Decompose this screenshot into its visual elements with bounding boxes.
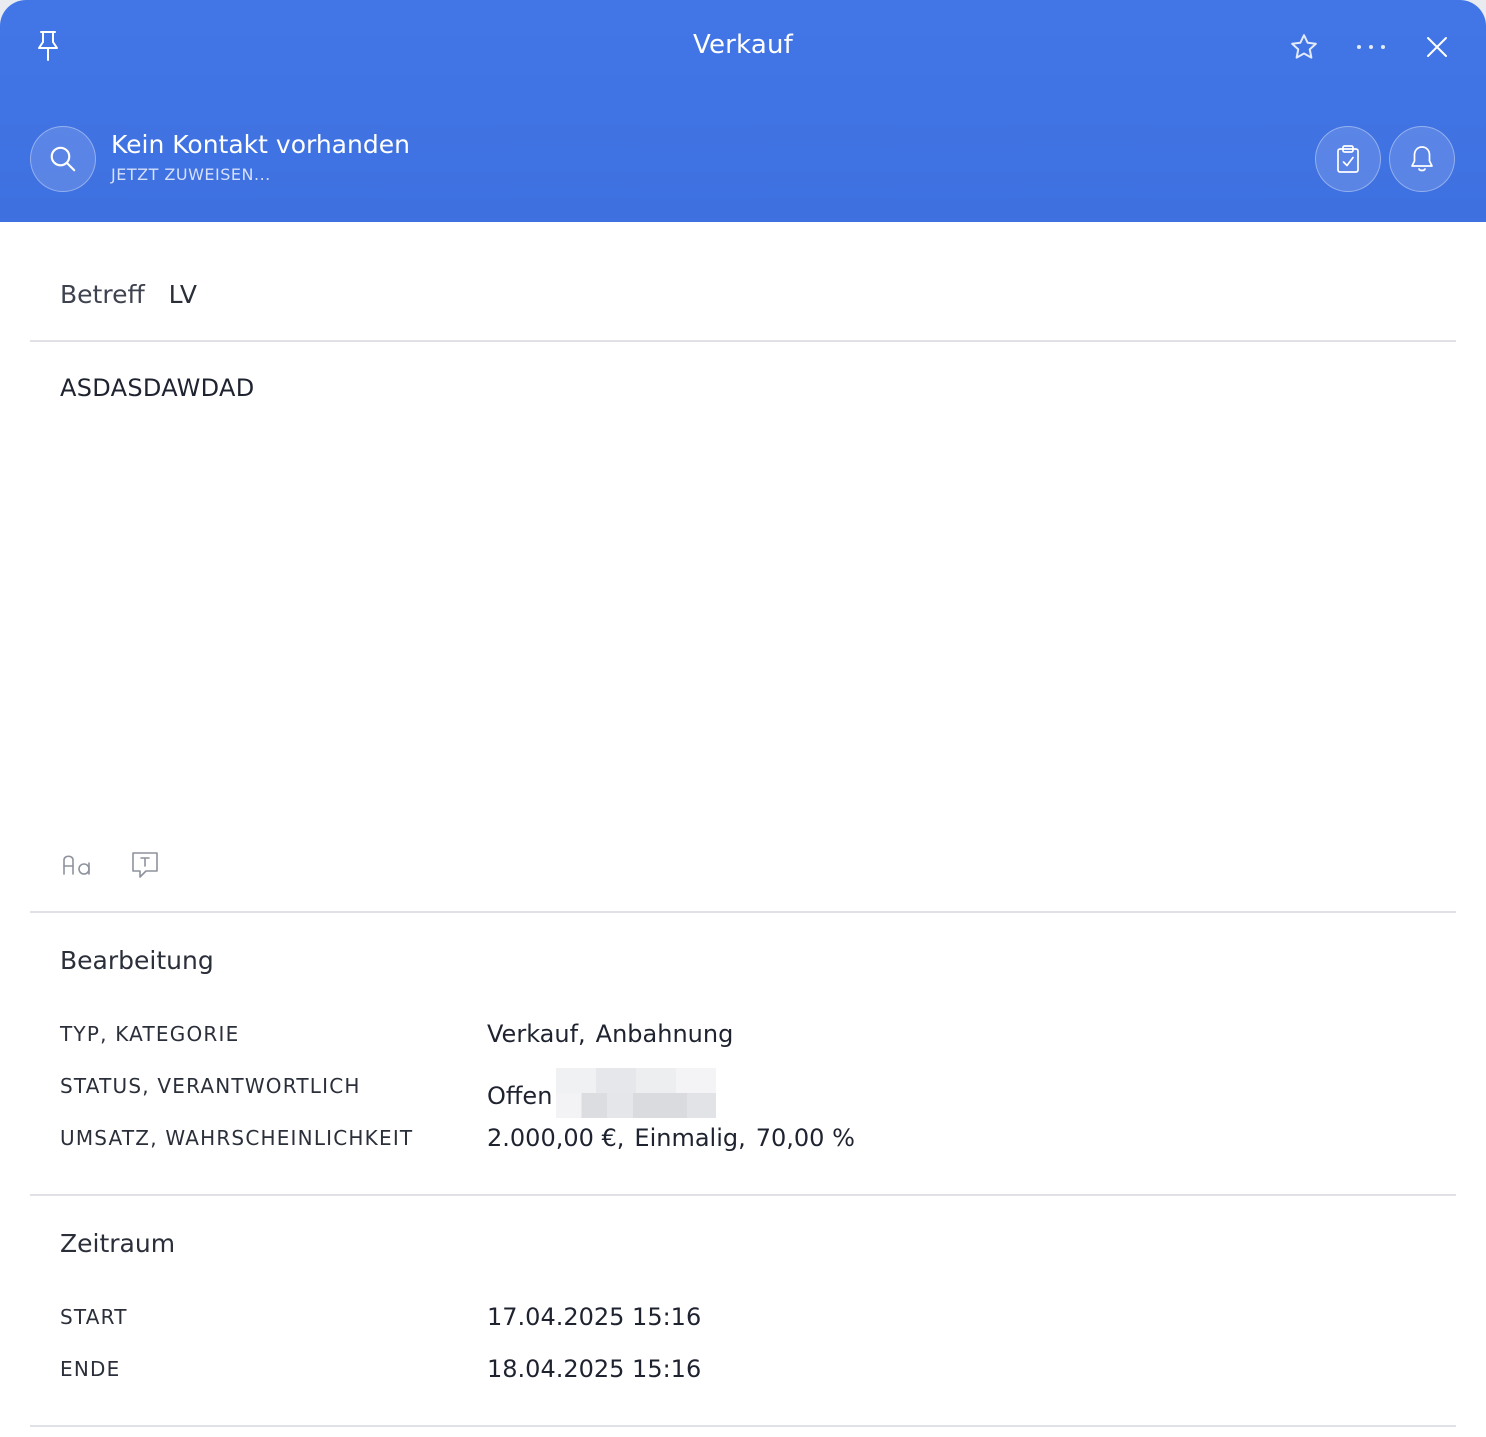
redacted-owner[interactable] <box>556 1068 717 1118</box>
revenue-probability-label: UMSATZ, WAHRSCHEINLICHKEIT <box>60 1126 414 1150</box>
end-value[interactable]: 18.04.2025 15:16 <box>487 1355 701 1383</box>
search-icon <box>50 146 76 172</box>
start-value[interactable]: 17.04.2025 15:16 <box>487 1303 701 1331</box>
subject-field[interactable]: Betreff LV <box>60 280 197 309</box>
revenue-value[interactable]: 2.000,00 €, <box>487 1124 624 1152</box>
text-format-icon[interactable] <box>60 848 96 880</box>
section-title-bearbeitung: Bearbeitung <box>60 946 214 975</box>
category-value[interactable]: Anbahnung <box>596 1020 734 1048</box>
status-value[interactable]: Offen <box>487 1082 552 1110</box>
divider <box>30 911 1456 913</box>
bell-icon <box>1411 146 1433 172</box>
divider <box>30 340 1456 342</box>
clipboard-check-icon <box>1337 145 1359 173</box>
type-category-label: TYP, KATEGORIE <box>60 1022 240 1046</box>
activity-window: Verkauf Kein Kontakt vorhanden JETZT ZUW… <box>0 0 1486 1437</box>
text-block-icon[interactable] <box>128 848 162 882</box>
end-label: ENDE <box>60 1357 121 1381</box>
reminder-button[interactable] <box>1389 126 1455 192</box>
close-icon[interactable] <box>1418 28 1456 66</box>
contact-name: Kein Kontakt vorhanden <box>111 130 410 159</box>
note-editor[interactable]: ASDASDAWDAD <box>60 374 255 402</box>
task-button[interactable] <box>1315 126 1381 192</box>
window-title: Verkauf <box>692 30 794 60</box>
status-owner-label: STATUS, VERANTWORTLICH <box>60 1074 361 1098</box>
contact-search-button[interactable] <box>30 126 96 192</box>
divider <box>30 1194 1456 1196</box>
star-icon[interactable] <box>1285 28 1323 66</box>
start-label: START <box>60 1305 128 1329</box>
subject-label: Betreff <box>60 280 145 309</box>
subject-value[interactable]: LV <box>169 280 197 309</box>
assign-contact-link[interactable]: JETZT ZUWEISEN... <box>111 165 271 184</box>
more-icon[interactable] <box>1350 28 1392 66</box>
revenue-probability-value: 2.000,00 €, Einmalig, 70,00 % <box>487 1124 855 1152</box>
type-value[interactable]: Verkauf, <box>487 1020 586 1048</box>
type-category-value: Verkauf, Anbahnung <box>487 1020 733 1048</box>
section-title-zeitraum: Zeitraum <box>60 1229 176 1258</box>
recurrence-value[interactable]: Einmalig, <box>634 1124 745 1152</box>
pin-icon[interactable] <box>30 28 66 64</box>
status-owner-value: Offen <box>487 1068 717 1122</box>
divider <box>30 1425 1456 1427</box>
header-bar: Verkauf Kein Kontakt vorhanden JETZT ZUW… <box>0 0 1486 222</box>
probability-value[interactable]: 70,00 % <box>756 1124 855 1152</box>
